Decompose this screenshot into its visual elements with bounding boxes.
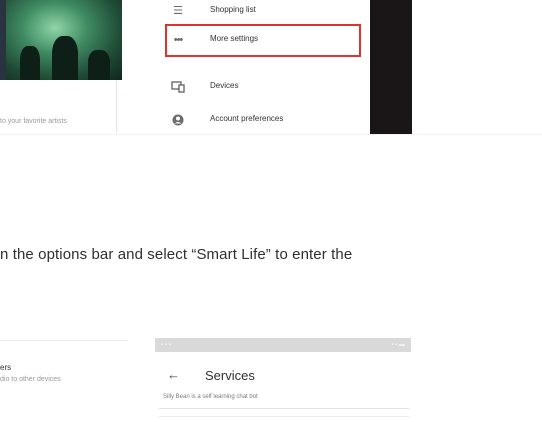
photo-edge — [0, 0, 6, 80]
account-icon-shape — [172, 114, 184, 126]
status-bar-left: ▪ ▪ ▪ — [161, 342, 171, 348]
menu-item-devices[interactable]: Devices — [163, 76, 369, 100]
photo-silhouette — [20, 46, 40, 80]
card-divider — [116, 80, 117, 134]
highlight-box — [165, 24, 361, 57]
menu-item-label: Shopping list — [210, 5, 256, 14]
settings-menu: ☰ Shopping list ••• More settings Device… — [163, 0, 369, 134]
photo-silhouette — [52, 36, 78, 80]
phone-screen: ▪ ▪ ▪ ▪ ▪ ▬ ← Services Silly Bean is a s… — [155, 338, 411, 422]
card-subtitle: dio to other devices — [0, 376, 61, 383]
page-title: Services — [205, 368, 255, 383]
menu-item-label: Devices — [210, 81, 239, 90]
status-bar-right: ▪ ▪ ▬ — [391, 342, 405, 348]
dark-side-panel — [370, 0, 412, 134]
list-icon: ☰ — [173, 5, 183, 17]
devices-icon-shape — [171, 81, 185, 93]
account-circle-icon — [171, 114, 185, 126]
card-divider — [0, 340, 128, 341]
service-description[interactable]: Silly Bean is a self learning chat bot — [163, 394, 258, 400]
cast-card[interactable]: ers dio to other devices — [0, 338, 128, 422]
list-divider — [159, 416, 409, 417]
back-arrow-icon[interactable]: ← — [167, 368, 180, 381]
list-divider — [159, 408, 409, 409]
menu-item-shopping-list[interactable]: ☰ Shopping list — [163, 0, 369, 24]
photo-silhouette — [88, 50, 110, 80]
instruction-text: n the options bar and select “Smart Life… — [0, 246, 353, 263]
status-bar: ▪ ▪ ▪ ▪ ▪ ▬ — [155, 338, 411, 352]
menu-item-label: Account preferences — [210, 114, 284, 123]
card-caption: to your favorite artists — [0, 118, 67, 125]
artist-photo[interactable] — [0, 0, 122, 80]
section-divider — [0, 134, 542, 135]
devices-icon — [171, 81, 185, 93]
card-title: ers — [0, 363, 12, 372]
menu-item-account-preferences[interactable]: Account preferences — [163, 109, 369, 133]
